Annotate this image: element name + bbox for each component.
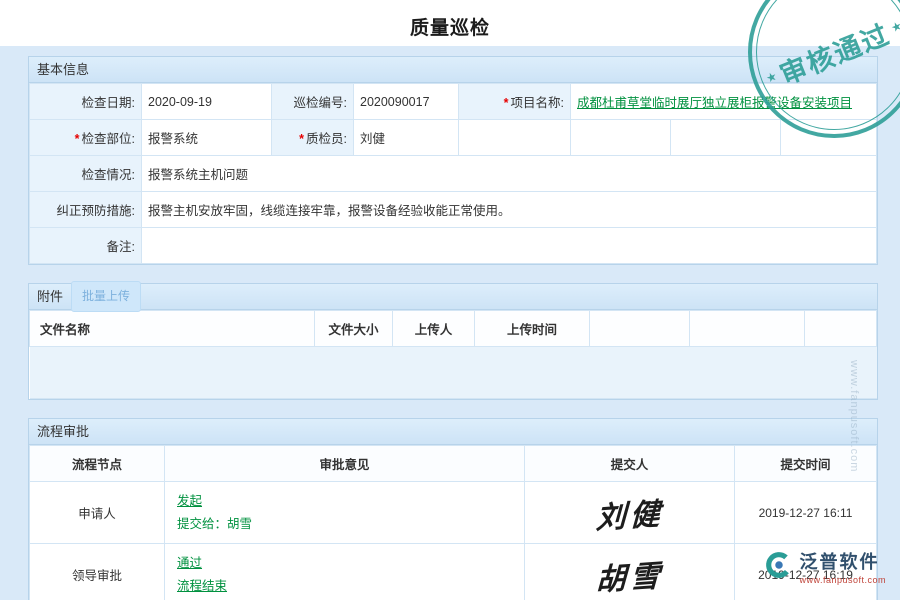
- table-row: 流程节点 审批意见 提交人 提交时间: [30, 446, 877, 482]
- approval-opinion: 发起 提交给：胡雪: [165, 482, 525, 544]
- batch-upload-button[interactable]: 批量上传: [71, 281, 141, 312]
- measures-label: 纠正预防措施:: [30, 192, 142, 228]
- check-part-label: *检查部位:: [30, 120, 142, 156]
- approval-section: 流程审批 流程节点 审批意见 提交人 提交时间 申请人 发起 提交给：胡雪: [28, 418, 878, 600]
- required-mark: *: [75, 132, 80, 146]
- approval-node: 领导审批: [30, 544, 165, 600]
- patrol-no-label: 巡检编号:: [272, 84, 354, 120]
- attachments-header: 附件 批量上传: [29, 284, 877, 310]
- submit-time: 2019-12-27 16:11: [735, 482, 877, 544]
- watermark-text: www.fanpusoft.com: [848, 360, 860, 472]
- attachments-section: 附件 批量上传 文件名称 文件大小 上传人 上传时间: [28, 283, 878, 400]
- inspector-label-text: 质检员:: [306, 132, 347, 146]
- page-title: 质量巡检: [0, 0, 900, 40]
- project-label: *项目名称:: [459, 84, 571, 120]
- empty-cell: [671, 120, 781, 156]
- situation-label: 检查情况:: [30, 156, 142, 192]
- check-part-label-text: 检查部位:: [82, 132, 135, 146]
- attachments-table: 文件名称 文件大小 上传人 上传时间: [29, 310, 877, 399]
- table-row: 领导审批 通过 流程结束 胡雪 2019-12-27 16:19: [30, 544, 877, 600]
- approval-table: 流程节点 审批意见 提交人 提交时间 申请人 发起 提交给：胡雪 刘健 2019…: [29, 445, 877, 600]
- remark-value: [142, 228, 877, 264]
- basic-info-header: 基本信息: [29, 57, 877, 83]
- attachments-title: 附件: [37, 284, 63, 309]
- attach-col-name: 文件名称: [30, 311, 315, 347]
- basic-info-section: 基本信息 检查日期: 2020-09-19 巡检编号: 2020090017 *…: [28, 56, 878, 265]
- patrol-no-value: 2020090017: [354, 84, 459, 120]
- situation-value: 报警系统主机问题: [142, 156, 877, 192]
- opinion-action-link[interactable]: 发起: [177, 494, 202, 508]
- project-value-cell: 成都杜甫草堂临时展厅独立展柜报警设备安装项目: [571, 84, 877, 120]
- submitter-signature-cell: 刘健: [525, 482, 735, 544]
- page: ★ 审核通过 ★ 质量巡检 基本信息 检查日期: 2020-09-19 巡检编号…: [0, 0, 900, 600]
- attach-col-empty: [690, 311, 805, 347]
- attach-col-time: 上传时间: [475, 311, 590, 347]
- remark-label: 备注:: [30, 228, 142, 264]
- inspector-value: 刘健: [354, 120, 459, 156]
- measures-value: 报警主机安放牢固，线缆连接牢靠，报警设备经验收能正常使用。: [142, 192, 877, 228]
- table-row: 检查日期: 2020-09-19 巡检编号: 2020090017 *项目名称:…: [30, 84, 877, 120]
- brand-name: 泛普软件: [799, 548, 886, 574]
- title-bar: 质量巡检: [0, 0, 900, 46]
- table-row: 备注:: [30, 228, 877, 264]
- approval-title: 流程审批: [37, 419, 89, 444]
- table-row: 纠正预防措施: 报警主机安放牢固，线缆连接牢靠，报警设备经验收能正常使用。: [30, 192, 877, 228]
- empty-cell: [459, 120, 571, 156]
- opinion-action-link[interactable]: 通过: [177, 556, 202, 570]
- fanpu-logo-icon: [764, 550, 794, 580]
- project-link[interactable]: 成都杜甫草堂临时展厅独立展柜报警设备安装项目: [577, 96, 852, 110]
- brand-footer: 泛普软件 www.fanpusoft.com: [764, 548, 886, 585]
- approval-node: 申请人: [30, 482, 165, 544]
- inspector-label: *质检员:: [272, 120, 354, 156]
- attach-col-uploader: 上传人: [393, 311, 475, 347]
- check-date-label: 检查日期:: [30, 84, 142, 120]
- check-date-value: 2020-09-19: [142, 84, 272, 120]
- table-row: 文件名称 文件大小 上传人 上传时间: [30, 311, 877, 347]
- attach-col-empty: [805, 311, 877, 347]
- signature: 刘健: [595, 488, 664, 537]
- project-label-text: 项目名称:: [511, 96, 564, 110]
- approval-opinion: 通过 流程结束: [165, 544, 525, 600]
- opinion-detail-link[interactable]: 流程结束: [177, 579, 227, 593]
- table-row: *检查部位: 报警系统 *质检员: 刘健: [30, 120, 877, 156]
- attachments-empty-row: [30, 347, 877, 399]
- required-mark: *: [504, 96, 509, 110]
- approval-col-opinion: 审批意见: [165, 446, 525, 482]
- check-part-value: 报警系统: [142, 120, 272, 156]
- empty-cell: [781, 120, 877, 156]
- attachments-empty-area: [30, 347, 877, 399]
- attach-col-size: 文件大小: [315, 311, 393, 347]
- basic-info-table: 检查日期: 2020-09-19 巡检编号: 2020090017 *项目名称:…: [29, 83, 877, 264]
- basic-info-title: 基本信息: [37, 57, 89, 82]
- submitter-signature-cell: 胡雪: [525, 544, 735, 600]
- empty-cell: [571, 120, 671, 156]
- table-row: 检查情况: 报警系统主机问题: [30, 156, 877, 192]
- approval-header: 流程审批: [29, 419, 877, 445]
- table-row: 申请人 发起 提交给：胡雪 刘健 2019-12-27 16:11: [30, 482, 877, 544]
- opinion-detail: 提交给：胡雪: [177, 517, 252, 531]
- signature: 胡雪: [595, 550, 664, 599]
- approval-col-submitter: 提交人: [525, 446, 735, 482]
- content-area: 基本信息 检查日期: 2020-09-19 巡检编号: 2020090017 *…: [0, 46, 900, 600]
- attach-col-empty: [590, 311, 690, 347]
- brand-text: 泛普软件 www.fanpusoft.com: [799, 548, 886, 585]
- brand-url: www.fanpusoft.com: [799, 575, 886, 585]
- approval-col-node: 流程节点: [30, 446, 165, 482]
- required-mark: *: [299, 132, 304, 146]
